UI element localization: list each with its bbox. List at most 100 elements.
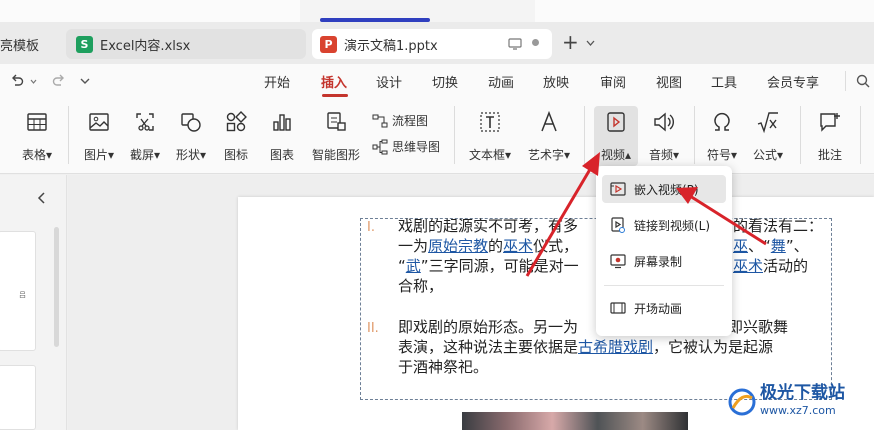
- smartart-label: 智能图形: [311, 148, 360, 162]
- chart-label: 图表: [269, 148, 294, 162]
- icon-button[interactable]: 图标: [216, 106, 256, 166]
- menu-slideshow[interactable]: 放映: [543, 64, 569, 98]
- opening-animation-label: 开场动画: [634, 301, 683, 316]
- link-video-icon: [611, 217, 625, 233]
- shape-icon: [181, 113, 201, 132]
- menu-tools[interactable]: 工具: [711, 64, 737, 98]
- embed-video-item[interactable]: 嵌入视频(P): [602, 175, 726, 203]
- collapse-chevron-icon[interactable]: [37, 192, 45, 204]
- mindmap-button[interactable]: 思维导图: [372, 138, 440, 155]
- text-line: 戏剧的起源实不可考，有多: [398, 217, 579, 235]
- link-video-label: 链接到视频(L): [634, 218, 711, 233]
- paragraph-1-tail: 的看法有二： 巫、“舞”、 巫术活动的: [733, 216, 833, 276]
- watermark-text: 极光下载站 www.xz7.com: [760, 384, 845, 420]
- scrollbar[interactable]: [54, 227, 59, 347]
- formula-button[interactable]: 公式▾: [746, 106, 790, 166]
- table-label: 表格▾: [21, 148, 53, 162]
- slide-image[interactable]: [462, 412, 688, 430]
- ribbon-separator: [584, 106, 585, 164]
- video-button[interactable]: 视频▴: [594, 106, 638, 166]
- tab-label: 亮模板: [0, 38, 40, 54]
- menu-member[interactable]: 会员专享: [767, 64, 819, 98]
- text-line: 一为原始宗教的巫术仪式，: [398, 237, 579, 255]
- flowchart-button[interactable]: 流程图: [372, 112, 428, 129]
- unsaved-dot-icon: [532, 39, 539, 46]
- textbox-label: 文本框▾: [468, 148, 512, 162]
- picture-button[interactable]: 图片▾: [76, 106, 122, 166]
- menu-review[interactable]: 审阅: [600, 64, 626, 98]
- shape-button[interactable]: 形状▾: [168, 106, 214, 166]
- new-tab-button[interactable]: +: [562, 32, 579, 52]
- tab-excel[interactable]: S Excel内容.xlsx: [66, 29, 306, 59]
- wordart-button[interactable]: 艺术字▾: [522, 106, 576, 166]
- chart-button[interactable]: 图表: [262, 106, 302, 166]
- link-video-item[interactable]: 链接到视频(L): [602, 211, 726, 239]
- slide-thumbnail-pane: 吕: [0, 175, 67, 430]
- screen-record-icon: [610, 254, 626, 269]
- undo-icon[interactable]: [10, 74, 24, 88]
- text-line: 表演，这种说法主要依据是古希腊戏剧，它被认为是起源: [398, 338, 774, 356]
- ribbon-toolbar: 表格▾ 图片▾ 截屏▾ 形状▾ 图标 图表 智能图形 流程图 思维导图 文本框▾…: [0, 98, 874, 174]
- menu-transitions[interactable]: 切换: [432, 64, 458, 98]
- table-button[interactable]: 表格▾: [14, 106, 60, 166]
- mindmap-label: 思维导图: [392, 140, 441, 154]
- opening-animation-item[interactable]: 开场动画: [602, 294, 726, 322]
- watermark-logo: 极光下载站 www.xz7.com: [728, 374, 874, 430]
- tab-bar: 亮模板 S Excel内容.xlsx P 演示文稿1.pptx +: [0, 22, 874, 64]
- picture-label: 图片▾: [83, 148, 115, 162]
- embed-video-label: 嵌入视频(P): [634, 182, 699, 197]
- flowchart-label: 流程图: [392, 114, 429, 128]
- slide-thumbnail[interactable]: [0, 365, 36, 430]
- watermark-title: 极光下载站: [760, 383, 845, 403]
- chevron-down-icon[interactable]: [30, 79, 37, 84]
- chevron-down-icon[interactable]: [80, 78, 90, 85]
- top-strip-left: [0, 0, 300, 22]
- comment-icon: [820, 113, 840, 132]
- paragraph-1: 戏剧的起源实不可考，有多 一为原始宗教的巫术仪式， “武”三字同源，可能是对一 …: [398, 216, 610, 296]
- comment-button[interactable]: 批注: [808, 106, 852, 166]
- embed-video-icon: [610, 182, 626, 196]
- chart-icon: [273, 114, 291, 131]
- formula-icon: [757, 112, 778, 134]
- menu-home[interactable]: 开始: [264, 64, 290, 98]
- video-label: 视频▴: [600, 148, 632, 162]
- speaker-icon: [654, 112, 674, 132]
- textbox-button[interactable]: 文本框▾: [464, 106, 516, 166]
- text-line: 巫、“舞”、: [733, 237, 809, 255]
- wordart-label: 艺术字▾: [527, 148, 571, 162]
- wordart-icon: [541, 110, 557, 132]
- search-icon[interactable]: [856, 74, 870, 88]
- audio-label: 音频▾: [648, 148, 680, 162]
- top-strip-right: [535, 0, 874, 22]
- smartart-button[interactable]: 智能图形: [308, 106, 364, 166]
- smartart-icon: [327, 112, 346, 131]
- screenshot-button[interactable]: 截屏▾: [122, 106, 168, 166]
- screen-record-item[interactable]: 屏幕录制: [602, 247, 726, 275]
- audio-button[interactable]: 音频▾: [642, 106, 686, 166]
- presentation-icon: P: [320, 35, 337, 53]
- divider: [845, 71, 846, 91]
- slide-thumbnail[interactable]: 吕: [0, 231, 36, 351]
- thumbnail-text: 吕: [19, 291, 26, 299]
- menu-design[interactable]: 设计: [376, 64, 402, 98]
- menu-view[interactable]: 视图: [656, 64, 682, 98]
- tab-template[interactable]: 亮模板: [0, 29, 60, 59]
- window-top-strip: [0, 0, 874, 22]
- screen-icon[interactable]: [508, 38, 522, 50]
- tab-label: Excel内容.xlsx: [100, 38, 191, 54]
- flowchart-icon: [372, 114, 388, 127]
- chevron-down-icon[interactable]: [586, 40, 595, 46]
- icons-grid-icon: [226, 111, 247, 132]
- tab-presentation[interactable]: P 演示文稿1.pptx: [312, 29, 552, 59]
- menu-bar: 开始 插入 设计 切换 动画 放映 审阅 视图 工具 会员专享: [0, 64, 874, 98]
- menu-animations[interactable]: 动画: [488, 64, 514, 98]
- redo-icon[interactable]: [52, 74, 66, 88]
- text-line: 巫术活动的: [733, 257, 809, 275]
- symbol-button[interactable]: 符号▾: [700, 106, 744, 166]
- video-dropdown-menu: 嵌入视频(P) 链接到视频(L) 屏幕录制 开场动画: [596, 166, 732, 336]
- screenshot-label: 截屏▾: [129, 148, 161, 162]
- ribbon-separator: [694, 106, 695, 164]
- video-icon: [607, 112, 625, 132]
- opening-animation-icon: [610, 302, 626, 314]
- menu-insert[interactable]: 插入: [321, 64, 347, 98]
